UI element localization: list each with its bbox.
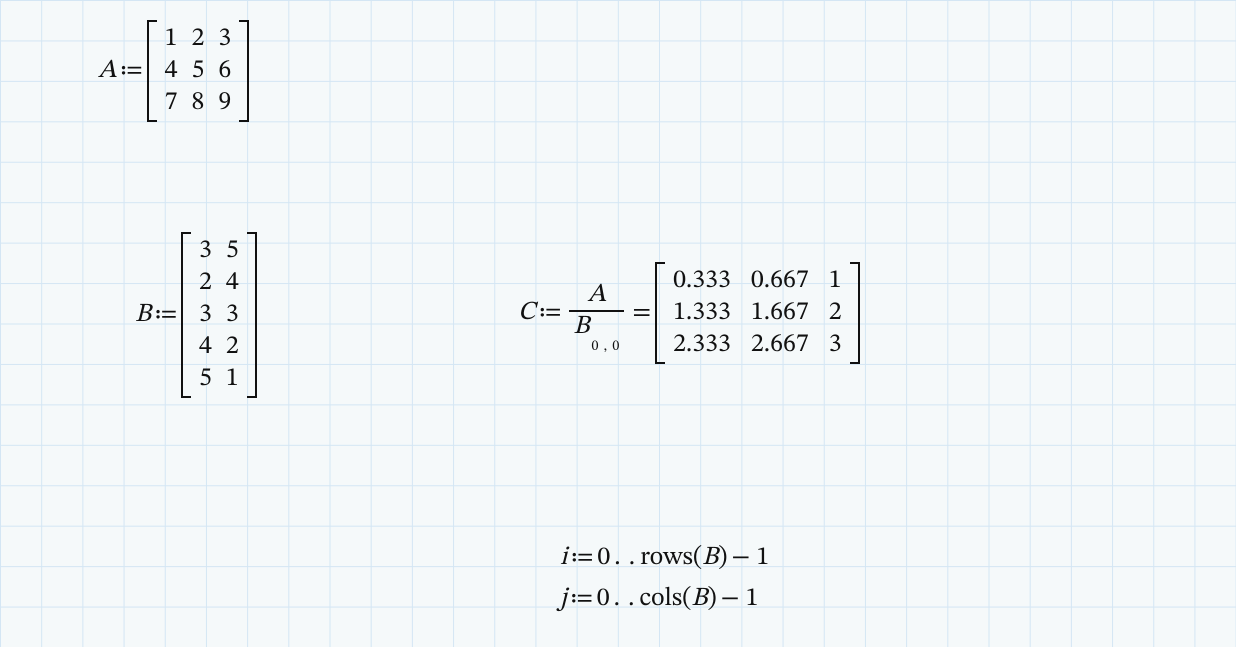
- matrix-C-cell: 1.333: [673, 300, 731, 326]
- matrix-B-cell: 3: [199, 302, 212, 328]
- matrix-A-cell: 9: [218, 90, 231, 116]
- matrix-A-cell: 3: [218, 26, 231, 52]
- paren-close: ): [708, 583, 717, 616]
- matrix-A-cell: 6: [218, 58, 231, 84]
- matrix-B-cell: 1: [226, 366, 239, 392]
- assign-j: ≔: [571, 583, 593, 616]
- paren-open: (: [693, 542, 702, 575]
- matrix-B-cell: 2: [199, 270, 212, 296]
- assign-A: ≔: [121, 58, 143, 84]
- matrix-A-cell: 2: [192, 26, 205, 52]
- matrix-C-cell: 2.333: [673, 332, 731, 358]
- range-j-tail: − 1: [721, 583, 759, 616]
- matrix-A: 1 2 3 4 5 6 7 8 9: [147, 20, 250, 122]
- matrix-A-cell: 4: [165, 58, 178, 84]
- matrix-A-grid: 1 2 3 4 5 6 7 8 9: [159, 20, 238, 122]
- var-i: i: [560, 542, 567, 575]
- matrix-A-cell: 5: [192, 58, 205, 84]
- equals-C: =: [632, 300, 651, 326]
- frac-den-base: B: [573, 314, 589, 340]
- matrix-A-cell: 7: [165, 90, 178, 116]
- assign-C: ≔: [539, 300, 561, 326]
- matrix-C-cell: 0.667: [751, 268, 809, 294]
- matrix-B-cell: 3: [199, 238, 212, 264]
- matrix-B-grid: 3 5 2 4 3 3 4 2 5 1: [193, 232, 245, 398]
- var-A: A: [98, 58, 117, 84]
- matrix-C-cell: 2: [829, 300, 842, 326]
- range-j: j ≔ 0 . . cols ( B ) − 1: [560, 583, 769, 616]
- range-j-arg: B: [691, 583, 707, 616]
- matrix-B-cell: 2: [226, 334, 239, 360]
- range-i-arg: B: [702, 542, 718, 575]
- matrix-B-cell: 5: [199, 366, 212, 392]
- matrix-C-cell: 0.333: [673, 268, 731, 294]
- matrix-B-cell: 4: [226, 270, 239, 296]
- range-i: i ≔ 0 . . rows ( B ) − 1: [560, 542, 769, 575]
- assign-B: ≔: [155, 302, 177, 328]
- matrix-C-cell: 2.667: [751, 332, 809, 358]
- var-B: B: [135, 302, 151, 328]
- fraction-A-over-B00: A B0 , 0: [569, 282, 624, 343]
- var-C: C: [518, 300, 535, 326]
- matrix-B-cell: 4: [199, 334, 212, 360]
- range-i-fn: rows: [640, 542, 693, 575]
- matrix-C-cell: 1: [829, 268, 842, 294]
- range-i-start: 0: [597, 542, 610, 575]
- definition-A: A ≔ 1 2 3 4 5 6 7 8 9: [98, 20, 249, 122]
- range-definitions: i ≔ 0 . . rows ( B ) − 1 j ≔ 0 . . cols …: [560, 542, 769, 616]
- frac-den-sub: 0 , 0: [591, 340, 620, 354]
- matrix-C-grid: 0.333 0.667 1 1.333 1.667 2 2.333 2.667 …: [667, 262, 848, 364]
- range-i-tail: − 1: [732, 542, 770, 575]
- matrix-B-cell: 5: [226, 238, 239, 264]
- assign-i: ≔: [571, 542, 593, 575]
- range-j-start: 0: [597, 583, 610, 616]
- range-j-fn: cols: [640, 583, 683, 616]
- range-j-dots: . .: [614, 583, 636, 616]
- matrix-C-cell: 3: [829, 332, 842, 358]
- definition-C: C ≔ A B0 , 0 = 0.333 0.667 1 1.333 1.667…: [518, 262, 860, 364]
- definition-B: B ≔ 3 5 2 4 3 3 4 2 5 1: [135, 232, 257, 398]
- paren-open: (: [682, 583, 691, 616]
- range-i-dots: . .: [614, 542, 636, 575]
- matrix-B-cell: 3: [226, 302, 239, 328]
- matrix-A-cell: 1: [165, 26, 178, 52]
- matrix-A-cell: 8: [192, 90, 205, 116]
- matrix-C: 0.333 0.667 1 1.333 1.667 2 2.333 2.667 …: [655, 262, 860, 364]
- matrix-B: 3 5 2 4 3 3 4 2 5 1: [181, 232, 257, 398]
- var-j: j: [560, 583, 567, 616]
- paren-close: ): [718, 542, 727, 575]
- frac-num: A: [588, 282, 607, 308]
- matrix-C-cell: 1.667: [751, 300, 809, 326]
